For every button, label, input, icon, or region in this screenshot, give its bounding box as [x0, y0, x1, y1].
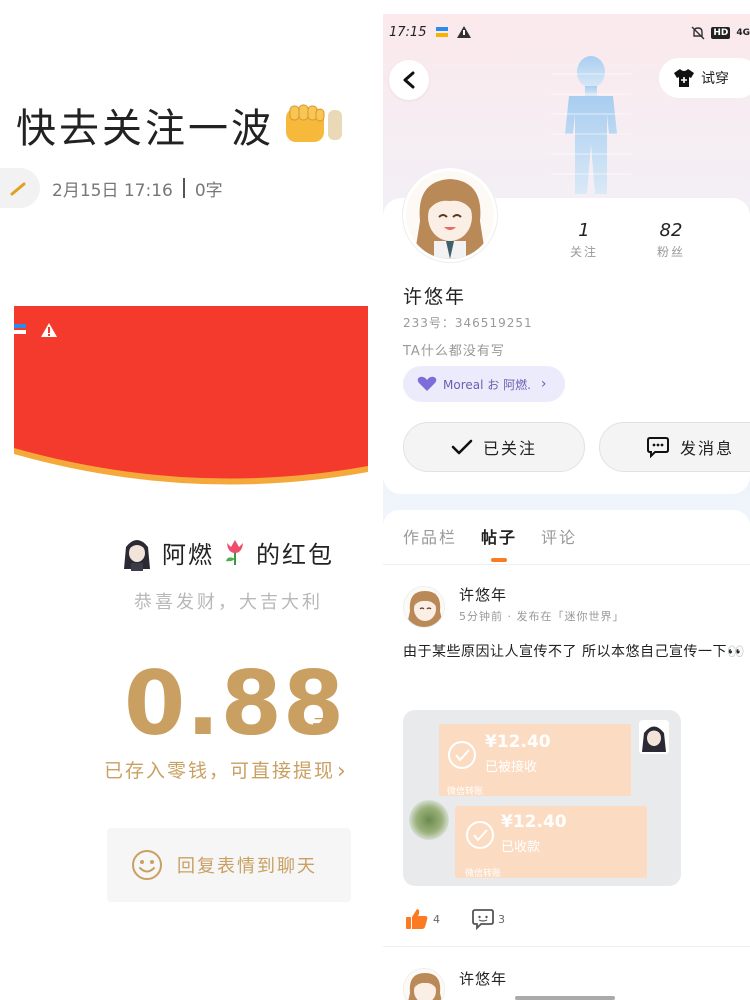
home-indicator [515, 996, 615, 1000]
post-meta: 5分钟前 · 发布在「迷你世界」 [459, 610, 625, 623]
transfer-amount: ¥12.40 [485, 732, 551, 752]
red-packet-sender: 阿燃 的红包 [120, 533, 334, 571]
post-divider [383, 946, 750, 947]
followed-button[interactable]: 已关注 [403, 422, 585, 472]
relationship-text: Moreal お 阿燃. [443, 377, 531, 392]
transfer-card-received: ¥12.40 已被接收 微信转账 [439, 724, 631, 797]
transfer-status: 已收款 [501, 840, 541, 855]
warning-icon [41, 323, 57, 337]
followed-label: 已关注 [482, 439, 537, 458]
reply-sticker-button[interactable]: 回复表情到聊天 [107, 828, 351, 902]
post-author-avatar[interactable] [403, 586, 445, 628]
app-status-icon [436, 27, 449, 37]
profile-screen: 17:15 HD 4G 试穿 1 关注 82 粉丝 许悠年 233号：34651… [383, 14, 750, 1000]
chevron-right-icon: › [337, 759, 348, 784]
tshirt-icon [674, 69, 694, 87]
meta-separator [182, 178, 185, 198]
post-author-name[interactable]: 许悠年 [459, 968, 507, 989]
pen-icon [10, 182, 26, 196]
check-circle-icon [448, 741, 476, 769]
note-meta-row: 2月15日 17:16 0字 [0, 168, 223, 208]
tulip-emoji-icon [226, 540, 243, 565]
profile-avatar[interactable] [403, 168, 497, 262]
follow-count: 1 [578, 220, 590, 241]
note-title-text: 快去关注一波 [16, 106, 274, 152]
back-arrow-icon [403, 71, 415, 89]
red-packet-wish: 恭喜发财，大吉大利 [134, 592, 323, 613]
fist-emoji-icon [280, 102, 342, 156]
chat-avatar-thumb [639, 720, 669, 754]
comment-count: 3 [498, 912, 505, 926]
transfer-footer: 微信转账 [465, 869, 502, 879]
signal-badge: 4G [736, 28, 750, 38]
blurred-avatar [409, 800, 449, 840]
comment-bubble-icon [472, 909, 494, 930]
screenshot-collage: 快去关注一波 2月15日 17:16 0字 阿燃 的红包 恭喜发财，大吉大利 0… [0, 0, 750, 1000]
note-date: 2月15日 17:16 [52, 180, 173, 201]
post-author-name[interactable]: 许悠年 [459, 584, 507, 605]
status-bar: 17:15 HD 4G [383, 14, 750, 50]
thumbs-up-icon [406, 909, 428, 929]
post-author-avatar[interactable] [403, 968, 445, 1000]
saved-text: 已存入零钱，可直接提现 [104, 760, 336, 782]
edit-pen-button[interactable] [0, 168, 40, 208]
user-name: 许悠年 [403, 286, 467, 308]
smiley-icon [132, 850, 162, 880]
post-text: 由于某些原因让人宣传不了 所以本悠自己宣传一下👀 [403, 644, 745, 660]
transfer-footer: 微信转账 [447, 787, 484, 797]
red-packet-amount: 0.88 [124, 652, 346, 755]
note-word-count: 0字 [194, 180, 223, 201]
content-section: 作品栏 帖子 评论 许悠年 5分钟前 · 发布在「迷你世界」 由于某些原因让人宣… [383, 510, 750, 1000]
check-icon [451, 439, 473, 455]
transfer-card-collected: ¥12.40 已收款 微信转账 [455, 806, 647, 879]
transfer-amount: ¥12.40 [501, 812, 567, 832]
post-item[interactable]: 许悠年 5分钟前 · 发布在「迷你世界」 由于某些原因让人宣传不了 所以本悠自己… [383, 510, 750, 950]
hd-badge: HD [711, 27, 731, 39]
red-packet-suffix: 的红包 [256, 540, 334, 569]
amount-unit: 元 [312, 716, 330, 737]
post-image[interactable]: ¥12.40 已被接收 微信转账 ¥12.40 已收款 微信转账 [403, 710, 681, 886]
chevron-right-icon: › [540, 376, 547, 392]
like-button[interactable]: 4 [405, 908, 440, 930]
post-item[interactable]: 许悠年 [383, 950, 750, 1000]
sender-avatar [120, 533, 154, 571]
mute-bell-icon [691, 26, 705, 40]
status-right-icons: HD 4G [691, 26, 750, 40]
note-title: 快去关注一波 [16, 96, 342, 156]
follow-label: 关注 [569, 245, 598, 259]
try-on-button[interactable]: 试穿 [659, 58, 750, 98]
chat-bubble-icon [647, 437, 669, 458]
red-packet-screen: 快去关注一波 2月15日 17:16 0字 阿燃 的红包 恭喜发财，大吉大利 0… [0, 0, 368, 1000]
heart-icon [417, 376, 437, 391]
relationship-chip[interactable]: Moreal お 阿燃. › [403, 366, 565, 402]
back-button[interactable] [389, 60, 429, 100]
avatar-hologram [551, 54, 631, 208]
check-circle-icon [466, 821, 494, 849]
app-status-icon [14, 324, 26, 334]
follow-stat[interactable]: 1 关注 [569, 220, 599, 260]
sender-name: 阿燃 [162, 540, 214, 569]
message-button[interactable]: 发消息 [599, 422, 750, 472]
user-bio: TA什么都没有写 [403, 344, 505, 359]
try-on-label: 试穿 [701, 71, 729, 87]
fans-stat[interactable]: 82 粉丝 [651, 220, 691, 260]
post-actions: 4 3 [405, 908, 505, 930]
fans-count: 82 [659, 220, 683, 241]
fans-label: 粉丝 [656, 245, 685, 259]
user-id: 233号：346519251 [403, 316, 533, 330]
saved-to-wallet-link[interactable]: 已存入零钱，可直接提现› [104, 756, 348, 784]
reply-text: 回复表情到聊天 [177, 856, 317, 877]
banner-status-icons [14, 322, 58, 338]
status-time: 17:15 [389, 24, 427, 40]
red-packet-banner [14, 306, 368, 488]
message-label: 发消息 [680, 439, 735, 458]
like-count: 4 [433, 912, 440, 926]
transfer-status: 已被接收 [485, 760, 538, 775]
warning-icon [457, 26, 472, 38]
comment-button[interactable]: 3 [472, 908, 505, 930]
